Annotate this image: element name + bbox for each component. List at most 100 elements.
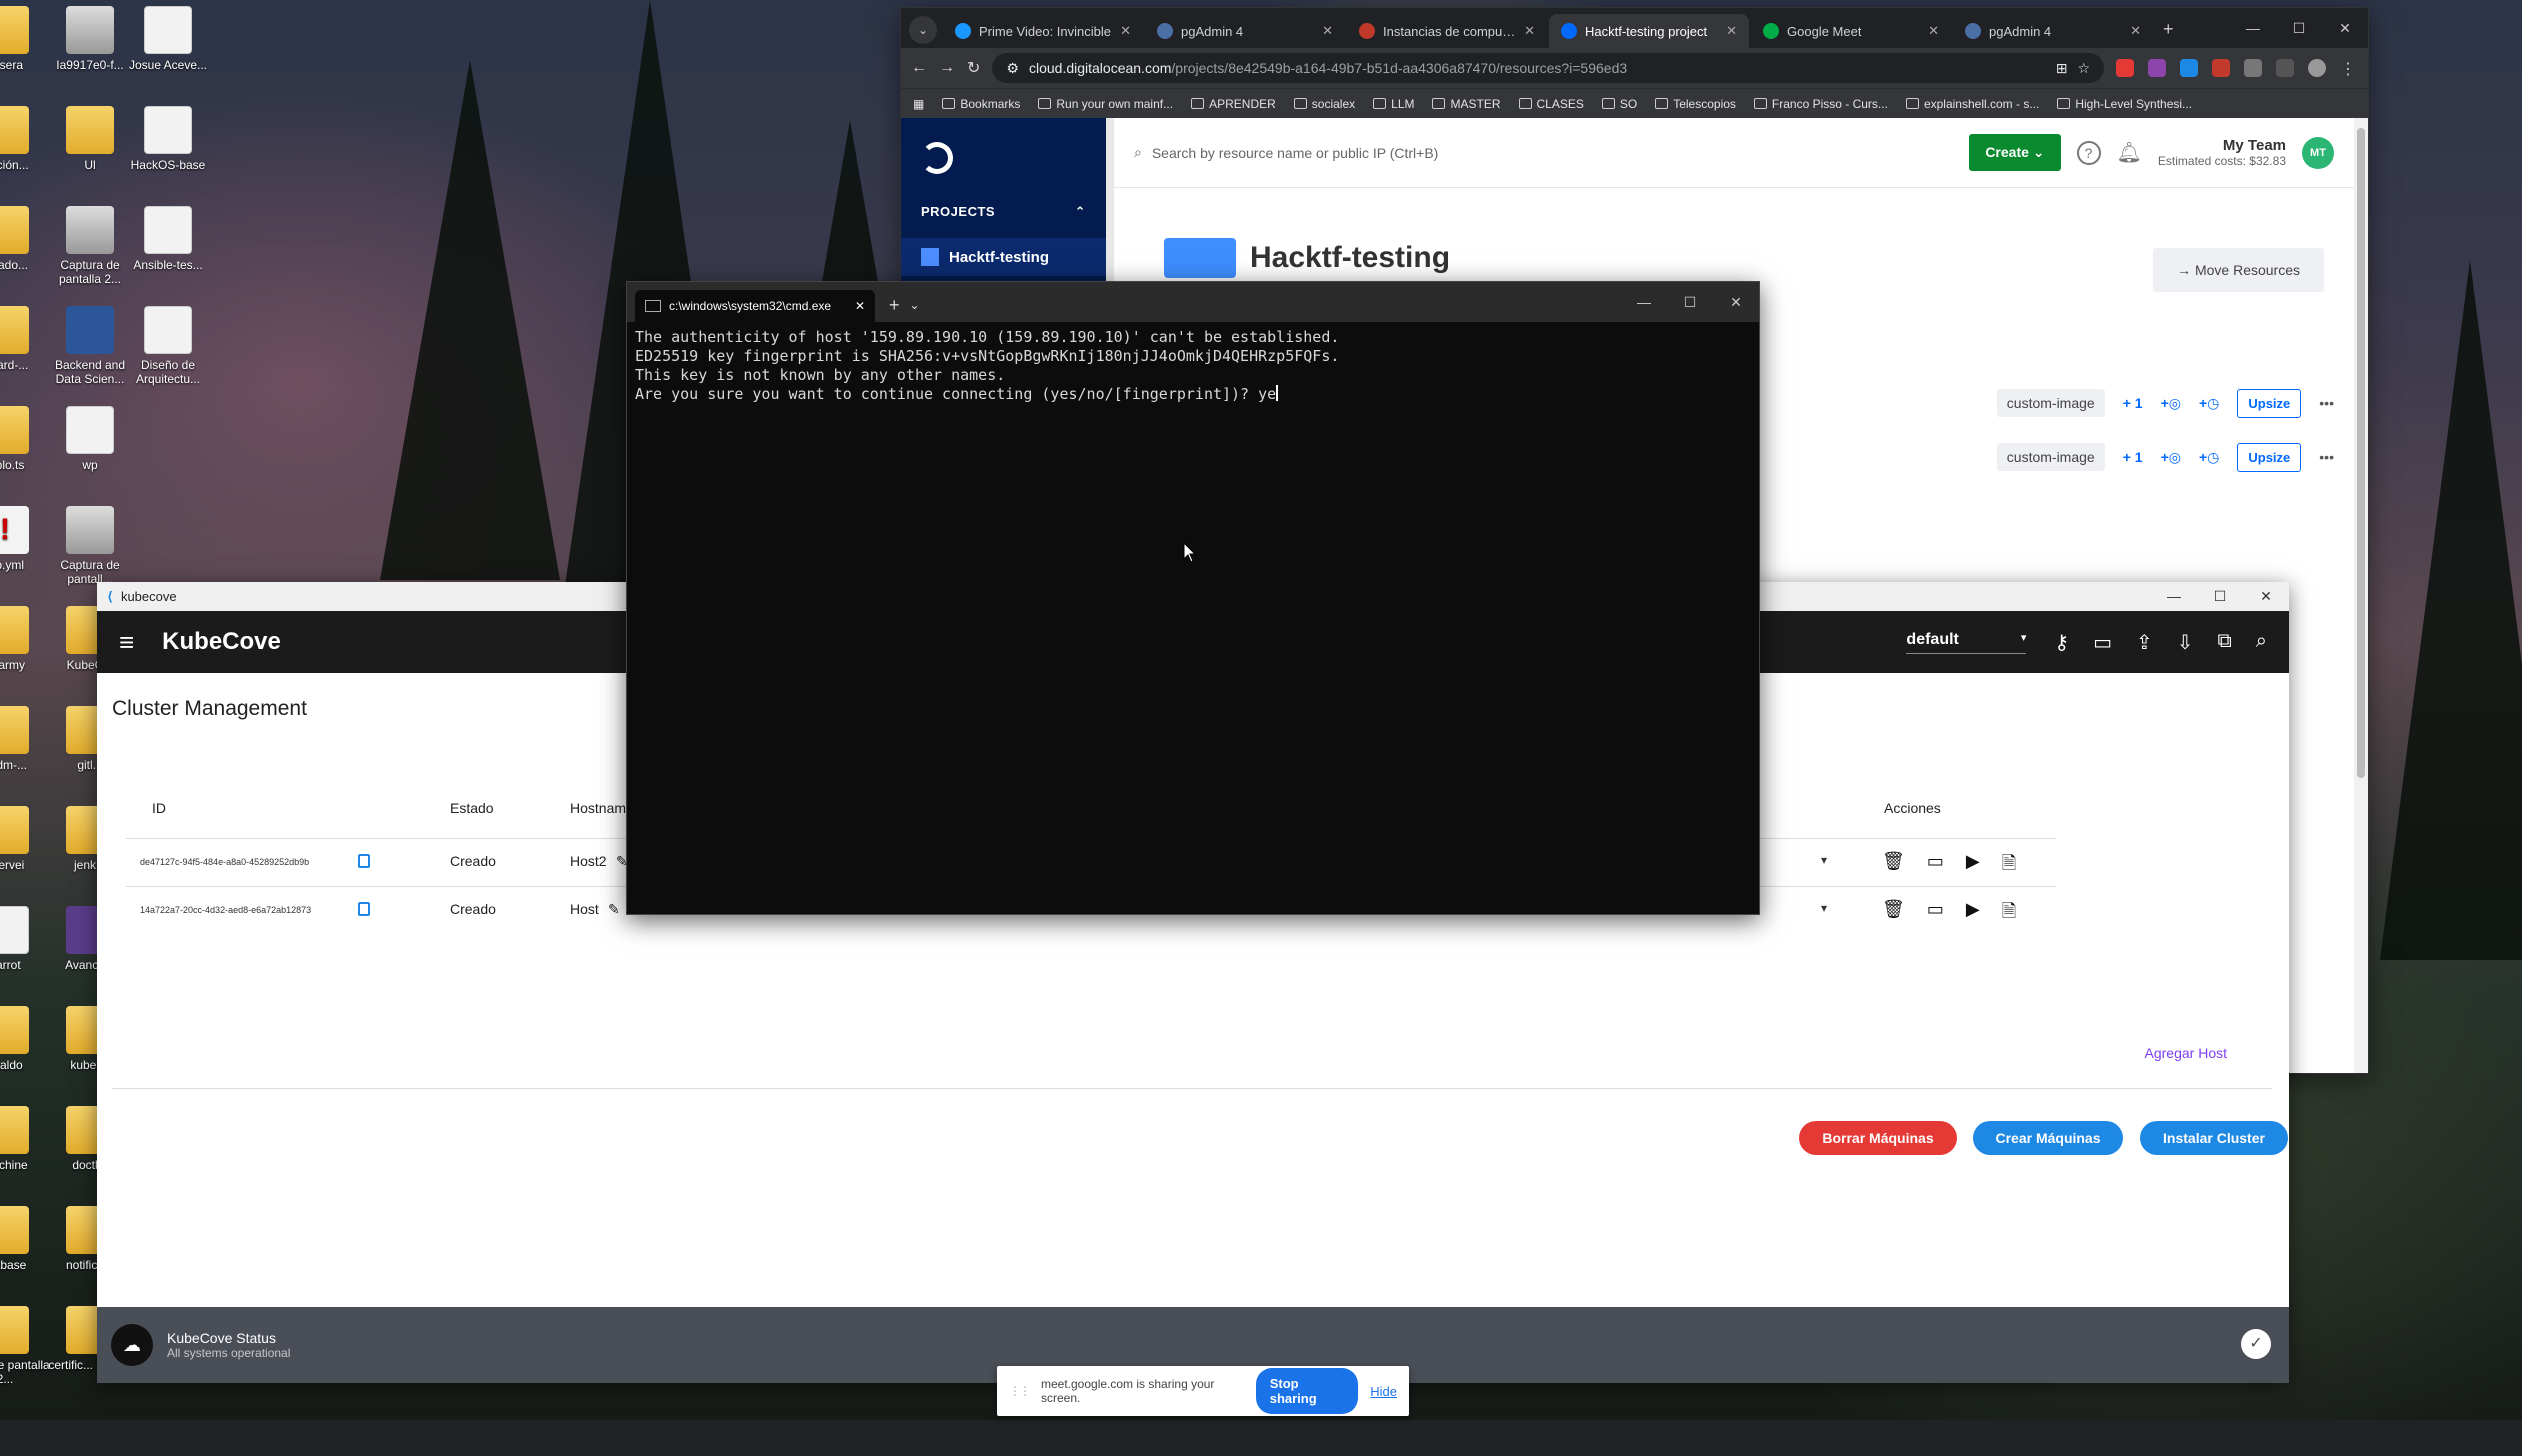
bookmark-item[interactable]: CLASES: [1518, 97, 1584, 111]
desktop-icon[interactable]: Ul: [45, 106, 135, 172]
stop-sharing-button[interactable]: Stop sharing: [1255, 1368, 1359, 1414]
new-tab-button[interactable]: +: [889, 295, 900, 316]
tab-search-button[interactable]: ⌄: [909, 16, 937, 44]
more-menu-icon[interactable]: •••: [2319, 395, 2334, 411]
close-tab-icon[interactable]: ✕: [1322, 23, 1333, 39]
bookmark-item[interactable]: explainshell.com - s...: [1905, 97, 2039, 111]
create-button[interactable]: Create ⌄: [1969, 134, 2061, 171]
minimize-icon[interactable]: —: [2151, 582, 2197, 622]
bookmark-item[interactable]: Franco Pisso - Curs...: [1753, 97, 1888, 111]
create-machines-button[interactable]: Crear Máquinas: [1973, 1121, 2123, 1155]
address-bar[interactable]: ⚙ cloud.digitalocean.com/projects/8e4254…: [992, 53, 2104, 83]
tag-count[interactable]: + 1: [2123, 449, 2143, 465]
add-backup-icon[interactable]: +◷: [2199, 395, 2219, 412]
copy-icon[interactable]: ⧉: [2218, 630, 2232, 655]
page-scrollbar[interactable]: [2354, 118, 2368, 1073]
desktop-icon[interactable]: ebarmy: [0, 606, 50, 672]
upload-icon[interactable]: ⇪: [2136, 630, 2153, 655]
translate-icon[interactable]: ⊞: [2056, 60, 2068, 77]
scroll-thumb[interactable]: [2357, 128, 2365, 778]
back-icon[interactable]: ←: [911, 59, 927, 77]
desktop-icon[interactable]: Diseño de Arquitectu...: [123, 306, 213, 386]
bookmark-item[interactable]: Telescopios: [1655, 97, 1736, 111]
close-tab-icon[interactable]: ✕: [1524, 23, 1535, 39]
bookmark-item[interactable]: MASTER: [1432, 97, 1501, 111]
copy-icon[interactable]: [358, 854, 370, 868]
add-backup-icon[interactable]: +◷: [2199, 449, 2219, 466]
desktop-icon[interactable]: eward-...: [0, 306, 50, 372]
reload-icon[interactable]: ↻: [967, 58, 980, 78]
desktop-icon[interactable]: machine: [0, 1106, 50, 1172]
desktop-icon[interactable]: spaldo: [0, 1006, 50, 1072]
browser-tab[interactable]: Google Meet ✕: [1751, 14, 1951, 48]
chevron-down-icon[interactable]: ▾: [1821, 853, 1827, 867]
desktop-icon[interactable]: guiado...: [0, 206, 50, 272]
desktop-icon[interactable]: ! lab.yml: [0, 506, 50, 572]
desktop-icon[interactable]: essera: [0, 6, 50, 72]
delete-machines-button[interactable]: Borrar Máquinas: [1799, 1121, 1957, 1155]
desktop-icon[interactable]: Backend and Data Scien...: [45, 306, 135, 386]
browser-tab[interactable]: Prime Video: Invincible ✕: [943, 14, 1143, 48]
avatar[interactable]: MT: [2302, 136, 2334, 169]
more-menu-icon[interactable]: •••: [2319, 449, 2334, 465]
bookmark-item[interactable]: SO: [1601, 97, 1637, 111]
apps-grid-icon[interactable]: ▦: [913, 97, 924, 111]
terminal-icon[interactable]: ▭: [1927, 899, 1944, 929]
desktop-icon[interactable]: Ia9917e0-f...: [45, 6, 135, 72]
browser-tab[interactable]: Instancias de computa... ✕: [1347, 14, 1547, 48]
sidebar-project-item[interactable]: Hacktf-testing: [901, 238, 1106, 276]
upsize-button[interactable]: Upsize: [2237, 442, 2302, 472]
bookmark-item[interactable]: LLM: [1373, 97, 1414, 111]
add-host-link[interactable]: Agregar Host: [2145, 1045, 2227, 1061]
desktop-icon[interactable]: aicción...: [0, 106, 50, 172]
new-tab-button[interactable]: +: [2163, 19, 2174, 40]
extension-icon[interactable]: [2180, 59, 2198, 77]
desktop-icon[interactable]: Captura de pantalla 2...: [45, 206, 135, 286]
bookmark-item[interactable]: Run your own mainf...: [1038, 97, 1173, 111]
close-icon[interactable]: ✕: [2322, 8, 2368, 48]
chevron-down-icon[interactable]: ▾: [1821, 901, 1827, 915]
desktop-icon[interactable]: wp: [45, 406, 135, 472]
desktop-icon[interactable]: HackOS-base: [123, 106, 213, 172]
search-icon[interactable]: ⌕: [2256, 630, 2267, 655]
play-icon[interactable]: ▶: [1966, 851, 1980, 881]
hamburger-menu-icon[interactable]: ≡: [119, 627, 134, 658]
puzzle-icon[interactable]: [2244, 59, 2262, 77]
help-icon[interactable]: ?: [2076, 140, 2101, 165]
download-icon[interactable]: ⇩: [2177, 630, 2194, 655]
site-info-icon[interactable]: ⚙: [1006, 60, 1019, 77]
close-tab-icon[interactable]: ✕: [1120, 23, 1131, 39]
projects-section[interactable]: PROJECTS ⌃: [921, 204, 1106, 220]
desktop-icon[interactable]: mplo.ts: [0, 406, 50, 472]
close-tab-icon[interactable]: ✕: [2130, 23, 2141, 39]
add-volume-icon[interactable]: +◎: [2161, 449, 2181, 466]
browser-tab[interactable]: pgAdmin 4 ✕: [1145, 14, 1345, 48]
upsize-button[interactable]: Upsize: [2237, 388, 2302, 418]
bell-icon[interactable]: 🔔︎: [2117, 140, 2142, 165]
browser-tab[interactable]: Hacktf-testing project ✕: [1549, 14, 1749, 48]
desktop-icon[interactable]: Captura de pantall...: [45, 506, 135, 586]
bookmark-item[interactable]: Bookmarks: [942, 97, 1020, 111]
menu-dots-icon[interactable]: ⋮: [2340, 59, 2358, 78]
desktop-icon[interactable]: eadm-...: [0, 706, 50, 772]
forward-icon[interactable]: →: [939, 59, 955, 77]
maximize-icon[interactable]: ☐: [2276, 8, 2322, 48]
minimize-icon[interactable]: —: [2230, 8, 2276, 48]
extension-icon[interactable]: [2148, 59, 2166, 77]
copy-icon[interactable]: [358, 902, 370, 916]
file-icon[interactable]: 🗎︎: [2002, 899, 2016, 929]
file-icon[interactable]: 🗎︎: [2002, 851, 2016, 881]
edit-pencil-icon[interactable]: ✎: [608, 901, 620, 918]
bookmark-item[interactable]: High-Level Synthesi...: [2057, 97, 2192, 111]
close-tab-icon[interactable]: ✕: [1928, 23, 1939, 39]
close-tab-icon[interactable]: ✕: [855, 299, 865, 313]
desktop-icon[interactable]: eservei: [0, 806, 50, 872]
desktop-icon[interactable]: Ansible-tes...: [123, 206, 213, 272]
chevron-down-icon[interactable]: ⌄: [910, 298, 920, 312]
reading-list-icon[interactable]: [2276, 59, 2294, 77]
key-icon[interactable]: ⚷: [2054, 630, 2069, 655]
add-volume-icon[interactable]: +◎: [2161, 395, 2181, 412]
trash-icon[interactable]: 🗑︎: [1882, 851, 1905, 881]
browser-tab[interactable]: pgAdmin 4 ✕: [1953, 14, 2153, 48]
move-resources-button[interactable]: → Move Resources: [2153, 248, 2324, 292]
